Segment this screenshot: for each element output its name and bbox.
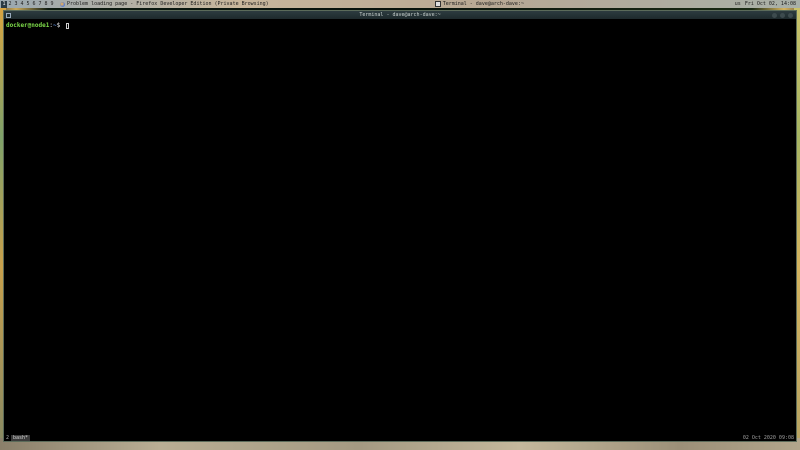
panel-clock[interactable]: Fri Oct 02, 14:08 — [745, 0, 796, 8]
keyboard-layout-indicator[interactable]: us — [735, 0, 741, 8]
taskbar-item-label: Terminal - dave@arch-dave:~ — [442, 1, 524, 7]
tmux-window-tab[interactable]: bash* — [11, 434, 31, 441]
terminal-content[interactable]: docker@node1: ~ $ 2 bash* 02 Oct 2020 09:0… — [4, 19, 796, 441]
terminal-icon — [434, 1, 441, 7]
tmux-datetime: 02 Oct 2020 09:08 — [742, 434, 794, 441]
prompt-line: docker@node1: ~ $ — [6, 22, 794, 30]
close-button[interactable] — [788, 12, 793, 18]
taskbar-item-firefox[interactable]: Problem loading page - Firefox Developer… — [57, 0, 272, 8]
tmux-session-number: 2 — [6, 434, 10, 441]
prompt-symbol: $ — [56, 22, 64, 29]
system-tray: us Fri Oct 02, 14:08 — [731, 0, 800, 8]
workspace-9[interactable]: 9 — [49, 1, 55, 8]
tmux-status-bar: 2 bash* 02 Oct 2020 09:08 — [4, 434, 796, 441]
window-title-bar[interactable]: Terminal - dave@arch-dave:~ — [4, 11, 796, 19]
taskbar-item-terminal[interactable]: Terminal - dave@arch-dave:~ — [432, 0, 527, 8]
maximize-button[interactable] — [780, 12, 785, 18]
top-panel: 1 2 3 4 5 6 7 8 9 Problem loading page -… — [0, 0, 800, 8]
window-title: Terminal - dave@arch-dave:~ — [359, 12, 441, 18]
taskbar-item-label: Problem loading page - Firefox Developer… — [67, 1, 269, 7]
window-controls — [772, 12, 796, 18]
minimize-button[interactable] — [772, 12, 777, 18]
prompt-user-host: docker@node1 — [6, 22, 50, 29]
text-cursor — [65, 23, 69, 29]
terminal-window: Terminal - dave@arch-dave:~ docker@node1… — [3, 10, 797, 442]
workspace-switcher: 1 2 3 4 5 6 7 8 9 — [1, 0, 55, 8]
firefox-icon — [60, 1, 65, 7]
